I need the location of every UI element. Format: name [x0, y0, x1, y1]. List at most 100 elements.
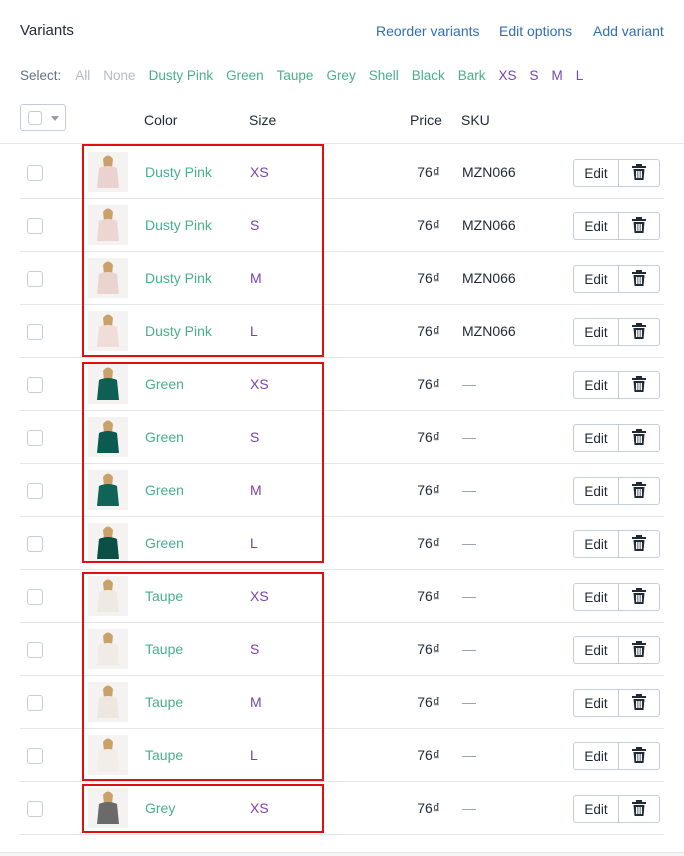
table-row[interactable]: Taupe XS 76₫ — Edit: [20, 570, 664, 623]
product-thumbnail-icon[interactable]: [88, 258, 128, 298]
edit-button[interactable]: Edit: [574, 213, 619, 239]
add-variant-link[interactable]: Add variant: [593, 23, 664, 39]
variant-sku: —: [462, 482, 476, 498]
table-row[interactable]: Green XS 76₫ — Edit: [20, 358, 664, 411]
edit-button[interactable]: Edit: [574, 478, 619, 504]
edit-button[interactable]: Edit: [574, 637, 619, 663]
delete-button[interactable]: [619, 425, 659, 451]
edit-button[interactable]: Edit: [574, 160, 619, 186]
delete-button[interactable]: [619, 478, 659, 504]
variant-size: S: [250, 429, 260, 445]
variant-size: L: [250, 323, 258, 339]
product-thumbnail-icon[interactable]: [88, 629, 128, 669]
table-row[interactable]: Dusty Pink M 76₫ MZN066 Edit: [20, 252, 664, 305]
select-size-xs[interactable]: XS: [499, 68, 517, 83]
row-checkbox[interactable]: [27, 589, 43, 605]
product-thumbnail-icon[interactable]: [88, 682, 128, 722]
table-row[interactable]: Green M 76₫ — Edit: [20, 464, 664, 517]
row-checkbox[interactable]: [27, 642, 43, 658]
select-color-shell[interactable]: Shell: [369, 68, 399, 83]
row-checkbox[interactable]: [27, 430, 43, 446]
product-thumbnail-icon[interactable]: [88, 576, 128, 616]
table-row[interactable]: Dusty Pink XS 76₫ MZN066 Edit: [20, 146, 664, 199]
trash-icon: [632, 587, 646, 607]
variant-size: XS: [250, 164, 269, 180]
edit-button[interactable]: Edit: [574, 425, 619, 451]
card-bottom-edge: [0, 852, 684, 856]
edit-options-link[interactable]: Edit options: [499, 23, 572, 39]
table-row[interactable]: Dusty Pink L 76₫ MZN066 Edit: [20, 305, 664, 358]
row-checkbox[interactable]: [27, 218, 43, 234]
table-row[interactable]: Taupe M 76₫ — Edit: [20, 676, 664, 729]
select-size-m[interactable]: M: [552, 68, 563, 83]
bulk-select-dropdown[interactable]: [20, 104, 66, 131]
delete-button[interactable]: [619, 531, 659, 557]
edit-button[interactable]: Edit: [574, 796, 619, 822]
product-thumbnail-icon[interactable]: [88, 735, 128, 775]
select-color-grey[interactable]: Grey: [326, 68, 355, 83]
select-color-black[interactable]: Black: [412, 68, 445, 83]
select-color-dusty-pink[interactable]: Dusty Pink: [149, 68, 214, 83]
variant-price: 76₫: [417, 694, 440, 710]
select-all-link[interactable]: All: [75, 68, 90, 83]
product-thumbnail-icon[interactable]: [88, 788, 128, 828]
table-row[interactable]: Dusty Pink S 76₫ MZN066 Edit: [20, 199, 664, 252]
product-thumbnail-icon[interactable]: [88, 311, 128, 351]
chevron-down-icon[interactable]: [51, 116, 59, 121]
trash-icon: [632, 481, 646, 501]
edit-button[interactable]: Edit: [574, 319, 619, 345]
variant-price: 76₫: [417, 217, 440, 233]
delete-button[interactable]: [619, 160, 659, 186]
variant-price: 76₫: [417, 270, 440, 286]
row-checkbox[interactable]: [27, 165, 43, 181]
product-thumbnail-icon[interactable]: [88, 152, 128, 192]
delete-button[interactable]: [619, 743, 659, 769]
row-checkbox[interactable]: [27, 377, 43, 393]
row-actions: Edit: [573, 689, 660, 717]
product-thumbnail-icon[interactable]: [88, 523, 128, 563]
product-thumbnail-icon[interactable]: [88, 417, 128, 457]
variant-sku: —: [462, 429, 476, 445]
variant-size: L: [250, 747, 258, 763]
delete-button[interactable]: [619, 266, 659, 292]
delete-button[interactable]: [619, 584, 659, 610]
edit-button[interactable]: Edit: [574, 743, 619, 769]
select-color-green[interactable]: Green: [226, 68, 264, 83]
bulk-select-checkbox[interactable]: [28, 111, 42, 125]
delete-button[interactable]: [619, 319, 659, 345]
edit-button[interactable]: Edit: [574, 372, 619, 398]
edit-button[interactable]: Edit: [574, 690, 619, 716]
variant-size: S: [250, 641, 260, 657]
row-checkbox[interactable]: [27, 748, 43, 764]
product-thumbnail-icon[interactable]: [88, 205, 128, 245]
delete-button[interactable]: [619, 213, 659, 239]
edit-button[interactable]: Edit: [574, 266, 619, 292]
delete-button[interactable]: [619, 690, 659, 716]
delete-button[interactable]: [619, 372, 659, 398]
table-row[interactable]: Green S 76₫ — Edit: [20, 411, 664, 464]
product-thumbnail-icon[interactable]: [88, 470, 128, 510]
reorder-variants-link[interactable]: Reorder variants: [376, 23, 480, 39]
edit-button[interactable]: Edit: [574, 584, 619, 610]
table-row[interactable]: Taupe L 76₫ — Edit: [20, 729, 664, 782]
variant-sku: —: [462, 800, 476, 816]
table-row[interactable]: Taupe S 76₫ — Edit: [20, 623, 664, 676]
edit-button[interactable]: Edit: [574, 531, 619, 557]
select-size-l[interactable]: L: [576, 68, 584, 83]
select-size-s[interactable]: S: [530, 68, 539, 83]
delete-button[interactable]: [619, 637, 659, 663]
select-color-bark[interactable]: Bark: [458, 68, 486, 83]
select-none-link[interactable]: None: [103, 68, 135, 83]
variant-size: M: [250, 270, 262, 286]
row-checkbox[interactable]: [27, 695, 43, 711]
delete-button[interactable]: [619, 796, 659, 822]
table-row[interactable]: Green L 76₫ — Edit: [20, 517, 664, 570]
row-checkbox[interactable]: [27, 271, 43, 287]
select-color-taupe[interactable]: Taupe: [277, 68, 314, 83]
row-checkbox[interactable]: [27, 801, 43, 817]
row-checkbox[interactable]: [27, 483, 43, 499]
row-checkbox[interactable]: [27, 536, 43, 552]
row-checkbox[interactable]: [27, 324, 43, 340]
table-row[interactable]: Grey XS 76₫ — Edit: [20, 782, 664, 835]
product-thumbnail-icon[interactable]: [88, 364, 128, 404]
